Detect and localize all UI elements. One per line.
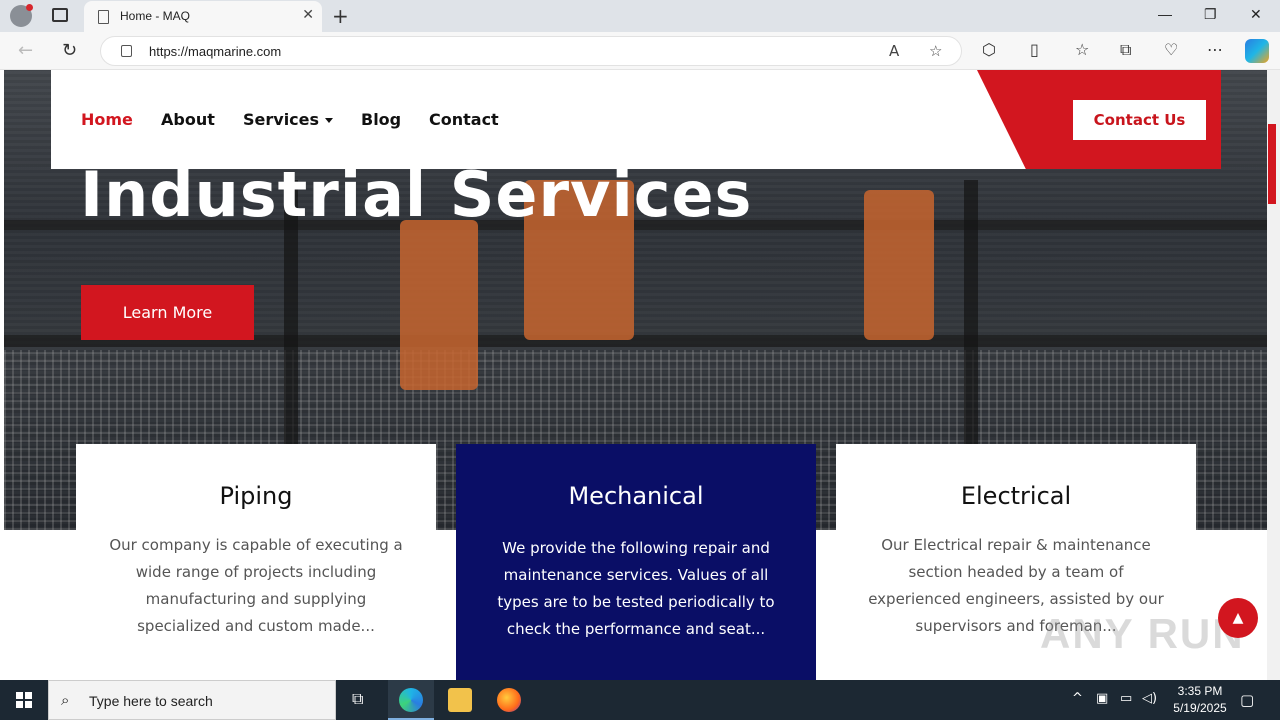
favorites-icon[interactable]: ☆ — [1075, 40, 1089, 59]
restore-icon[interactable]: ❐ — [1204, 6, 1217, 23]
task-view-icon[interactable]: ⧉ — [352, 689, 363, 709]
close-tab-icon[interactable]: ✕ — [302, 7, 314, 23]
chevron-up-icon: ▲ — [1232, 610, 1244, 626]
search-placeholder: Type here to search — [89, 693, 213, 709]
service-card-piping[interactable]: Piping Our company is capable of executi… — [76, 444, 436, 680]
hero-worker — [400, 220, 478, 390]
card-text: We provide the following repair and main… — [497, 539, 775, 638]
card-text: Our company is capable of executing a wi… — [109, 536, 403, 635]
card-title: Electrical — [960, 482, 1072, 510]
volume-icon[interactable]: ◁) — [1142, 691, 1157, 706]
card-title: Piping — [219, 482, 293, 510]
page-viewport: Industrial Services Learn More Home Abou… — [4, 70, 1267, 680]
network-icon[interactable]: ▭ — [1120, 691, 1132, 706]
taskbar-clock[interactable]: 3:35 PM 5/19/2025 — [1160, 683, 1240, 717]
clock-date: 5/19/2025 — [1173, 701, 1227, 715]
lock-icon[interactable] — [121, 45, 132, 57]
more-menu-icon[interactable]: ⋯ — [1207, 40, 1223, 59]
search-icon: ⌕ — [61, 691, 70, 709]
url-text[interactable]: https://maqmarine.com — [149, 44, 281, 59]
tray-device-icon[interactable]: ▣ — [1096, 691, 1108, 706]
service-card-mechanical[interactable]: Mechanical We provide the following repa… — [456, 444, 816, 680]
windows-start-icon[interactable] — [16, 692, 32, 708]
minimize-icon[interactable]: — — [1158, 6, 1172, 22]
close-window-icon[interactable]: ✕ — [1250, 6, 1262, 23]
favorite-star-icon[interactable]: ☆ — [929, 42, 942, 60]
contact-us-button[interactable]: Contact Us — [1073, 100, 1206, 140]
card-title: Mechanical — [568, 482, 704, 510]
edge-icon — [399, 688, 423, 712]
caret-down-icon — [325, 118, 334, 123]
copilot-icon[interactable] — [1245, 39, 1269, 63]
back-icon[interactable]: ← — [18, 40, 33, 61]
tray-chevron-up-icon[interactable]: ^ — [1072, 691, 1083, 706]
tab-title: Home - MAQ — [120, 9, 191, 23]
firefox-icon[interactable] — [497, 688, 521, 712]
split-screen-icon[interactable]: ▯ — [1030, 40, 1039, 59]
clock-time: 3:35 PM — [1177, 684, 1223, 698]
edge-taskbar-button[interactable] — [388, 680, 434, 720]
refresh-icon[interactable]: ↻ — [62, 40, 77, 61]
nav-services[interactable]: Services — [243, 110, 334, 129]
read-aloud-icon[interactable]: A — [889, 42, 899, 60]
browser-tab[interactable]: Home - MAQ ✕ — [84, 1, 322, 32]
hero-worker — [864, 190, 934, 340]
nav-about[interactable]: About — [161, 110, 215, 129]
browser-tabbar: Home - MAQ ✕ + — ❐ ✕ — [0, 0, 1280, 32]
address-toolbar: ← ↻ https://maqmarine.com A ☆ ⬡ ▯ ☆ ⧉ ♡ … — [0, 32, 1280, 70]
extensions-icon[interactable]: ⬡ — [982, 40, 996, 59]
learn-more-button[interactable]: Learn More — [81, 285, 254, 340]
taskbar-search[interactable]: ⌕ Type here to search — [48, 680, 336, 720]
site-navbar: Home About Services Blog Contact Contact… — [51, 70, 1221, 169]
nav-blog[interactable]: Blog — [361, 110, 401, 129]
collections-icon[interactable]: ⧉ — [1120, 40, 1131, 60]
notification-dot — [26, 4, 33, 11]
tab-actions-icon[interactable] — [52, 8, 68, 22]
nav-services-label: Services — [243, 110, 320, 129]
scrollbar-thumb[interactable] — [1268, 124, 1276, 204]
address-bar[interactable]: https://maqmarine.com A ☆ — [100, 36, 962, 66]
notifications-icon[interactable]: ▢ — [1240, 691, 1254, 709]
page-icon — [98, 10, 109, 24]
performance-icon[interactable]: ♡ — [1164, 40, 1178, 59]
profile-icon[interactable] — [10, 4, 33, 27]
file-explorer-icon[interactable] — [448, 688, 472, 712]
nav-home[interactable]: Home — [81, 110, 133, 129]
new-tab-icon[interactable]: + — [332, 4, 349, 28]
anyrun-watermark: ANY RUN — [1040, 610, 1245, 657]
windows-taskbar: ⌕ Type here to search ⧉ ^ ▣ ▭ ◁) 3:35 PM… — [0, 680, 1280, 720]
nav-contact[interactable]: Contact — [429, 110, 499, 129]
scroll-to-top-button[interactable]: ▲ — [1218, 598, 1258, 638]
